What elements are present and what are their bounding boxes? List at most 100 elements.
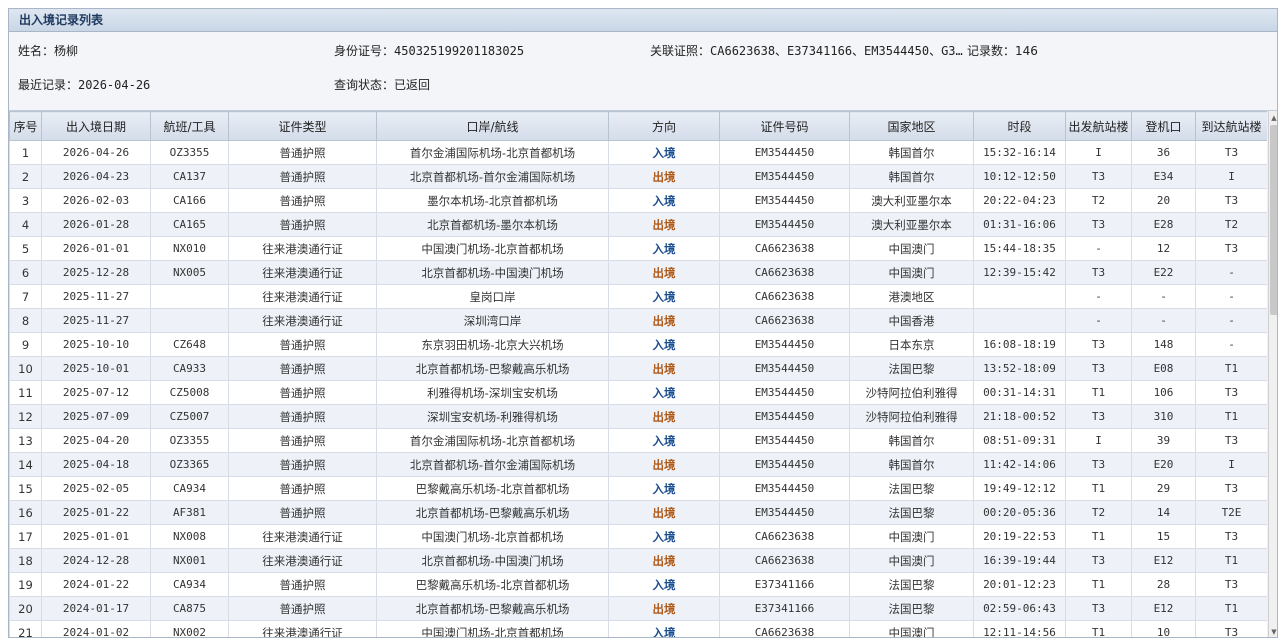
cell-dep-terminal: T3 xyxy=(1065,596,1132,621)
col-header-gate[interactable]: 登机口 xyxy=(1131,111,1196,141)
table-row[interactable]: 19 2024-01-22 CA934 普通护照 巴黎戴高乐机场-北京首都机场 入境 E37… xyxy=(9,572,1267,597)
cell-date: 2026-04-26 xyxy=(41,140,151,165)
cell-doc-type: 普通护照 xyxy=(228,452,377,477)
col-header-time[interactable]: 时段 xyxy=(973,111,1066,141)
cell-flight: CA137 xyxy=(150,164,229,189)
cell-gate: - xyxy=(1131,308,1196,333)
scroll-thumb[interactable] xyxy=(1270,125,1277,315)
table-row[interactable]: 20 2024-01-17 CA875 普通护照 北京首都机场-巴黎戴高乐机场 出境 E37… xyxy=(9,596,1267,621)
cell-country: 中国澳门 xyxy=(849,548,974,573)
cell-date: 2026-04-23 xyxy=(41,164,151,189)
table-row[interactable]: 7 2025-11-27 往来港澳通行证 皇岗口岸 入境 CA6623638 港澳地区 - - - xyxy=(9,284,1267,309)
table-row[interactable]: 12 2025-07-09 CZ5007 普通护照 深圳宝安机场-利雅得机场 出境 EM35… xyxy=(9,404,1267,429)
table-row[interactable]: 9 2025-10-10 CZ648 普通护照 东京羽田机场-北京大兴机场 入境 EM354… xyxy=(9,332,1267,357)
cell-dep-terminal: T3 xyxy=(1065,212,1132,237)
cell-flight: CZ5007 xyxy=(150,404,229,429)
cell-gate: E12 xyxy=(1131,548,1196,573)
table-row[interactable]: 6 2025-12-28 NX005 往来港澳通行证 北京首都机场-中国澳门机场 出境 CA… xyxy=(9,260,1267,285)
cell-country: 韩国首尔 xyxy=(849,140,974,165)
cell-arr-terminal: T1 xyxy=(1195,404,1267,429)
table-row[interactable]: 10 2025-10-01 CA933 普通护照 北京首都机场-巴黎戴高乐机场 出境 EM3… xyxy=(9,356,1267,381)
cell-country: 澳大利亚墨尔本 xyxy=(849,212,974,237)
table-row[interactable]: 21 2024-01-02 NX002 往来港澳通行证 中国澳门机场-北京首都机场 入境 C… xyxy=(9,620,1267,637)
col-header-doc-type[interactable]: 证件类型 xyxy=(228,111,377,141)
col-header-doc-number[interactable]: 证件号码 xyxy=(719,111,850,141)
cell-country: 沙特阿拉伯利雅得 xyxy=(849,380,974,405)
cell-arr-terminal: T3 xyxy=(1195,620,1267,637)
cell-doc-type: 普通护照 xyxy=(228,188,377,213)
related-value: CA6623638、E37341166、EM3544450、G3… xyxy=(710,44,963,58)
cell-arr-terminal: I xyxy=(1195,452,1267,477)
cell-route: 墨尔本机场-北京首都机场 xyxy=(376,188,609,213)
cell-index: 2 xyxy=(9,164,42,189)
table-header-row: 序号 出入境日期 航班/工具 证件类型 口岸/航线 方向 证件号码 国家地区 时… xyxy=(9,111,1267,141)
cell-date: 2025-04-20 xyxy=(41,428,151,453)
cell-time: 21:18-00:52 xyxy=(973,404,1066,429)
cell-flight: CZ5008 xyxy=(150,380,229,405)
cell-arr-terminal: T2 xyxy=(1195,212,1267,237)
vertical-scrollbar[interactable]: ▲ ▼ xyxy=(1268,111,1277,637)
col-header-arr-terminal[interactable]: 到达航站楼 xyxy=(1195,111,1267,141)
table-row[interactable]: 2 2026-04-23 CA137 普通护照 北京首都机场-首尔金浦国际机场 出境 EM3… xyxy=(9,164,1267,189)
col-header-dep-terminal[interactable]: 出发航站楼 xyxy=(1065,111,1132,141)
cell-arr-terminal: T3 xyxy=(1195,140,1267,165)
cell-doc-number: E37341166 xyxy=(719,596,850,621)
cell-flight: NX002 xyxy=(150,620,229,637)
cell-doc-type: 普通护照 xyxy=(228,140,377,165)
cell-gate: 148 xyxy=(1131,332,1196,357)
col-header-index[interactable]: 序号 xyxy=(9,111,42,141)
table-row[interactable]: 15 2025-02-05 CA934 普通护照 巴黎戴高乐机场-北京首都机场 入境 EM3… xyxy=(9,476,1267,501)
scroll-down-icon[interactable]: ▼ xyxy=(1269,627,1277,637)
cell-arr-terminal: T1 xyxy=(1195,596,1267,621)
cell-date: 2026-01-01 xyxy=(41,236,151,261)
table-row[interactable]: 8 2025-11-27 往来港澳通行证 深圳湾口岸 出境 CA6623638 中国香港 - -… xyxy=(9,308,1267,333)
table-row[interactable]: 3 2026-02-03 CA166 普通护照 墨尔本机场-北京首都机场 入境 EM3544… xyxy=(9,188,1267,213)
cell-index: 10 xyxy=(9,356,42,381)
table-row[interactable]: 5 2026-01-01 NX010 往来港澳通行证 中国澳门机场-北京首都机场 入境 CA… xyxy=(9,236,1267,261)
col-header-date[interactable]: 出入境日期 xyxy=(41,111,151,141)
cell-dep-terminal: T1 xyxy=(1065,380,1132,405)
cell-country: 中国澳门 xyxy=(849,524,974,549)
cell-country: 中国香港 xyxy=(849,308,974,333)
latest-value: 2026-04-26 xyxy=(78,78,151,92)
cell-arr-terminal: T2E xyxy=(1195,500,1267,525)
cell-route: 北京首都机场-中国澳门机场 xyxy=(376,548,609,573)
cell-time: 10:12-12:50 xyxy=(973,164,1066,189)
id-field: 身份证号：450325199201183025 xyxy=(334,42,524,59)
cell-doc-number: EM3544450 xyxy=(719,332,850,357)
cell-arr-terminal: - xyxy=(1195,308,1267,333)
table-row[interactable]: 13 2025-04-20 OZ3355 普通护照 首尔金浦国际机场-北京首都机场 入境 E… xyxy=(9,428,1267,453)
cell-direction: 入境 xyxy=(608,476,720,501)
col-header-direction[interactable]: 方向 xyxy=(608,111,720,141)
records-table: 序号 出入境日期 航班/工具 证件类型 口岸/航线 方向 证件号码 国家地区 时… xyxy=(9,111,1267,637)
cell-doc-number: EM3544450 xyxy=(719,188,850,213)
table-row[interactable]: 1 2026-04-26 OZ3355 普通护照 首尔金浦国际机场-北京首都机场 入境 EM… xyxy=(9,140,1267,165)
cell-doc-type: 普通护照 xyxy=(228,380,377,405)
cell-time: 16:39-19:44 xyxy=(973,548,1066,573)
table-row[interactable]: 14 2025-04-18 OZ3365 普通护照 北京首都机场-首尔金浦国际机场 出境 E… xyxy=(9,452,1267,477)
table-row[interactable]: 11 2025-07-12 CZ5008 普通护照 利雅得机场-深圳宝安机场 入境 EM35… xyxy=(9,380,1267,405)
col-header-flight[interactable]: 航班/工具 xyxy=(150,111,229,141)
table-row[interactable]: 16 2025-01-22 AF381 普通护照 北京首都机场-巴黎戴高乐机场 出境 EM3… xyxy=(9,500,1267,525)
cell-flight: NX010 xyxy=(150,236,229,261)
cell-index: 7 xyxy=(9,284,42,309)
col-header-country[interactable]: 国家地区 xyxy=(849,111,974,141)
col-header-route[interactable]: 口岸/航线 xyxy=(376,111,609,141)
cell-date: 2026-02-03 xyxy=(41,188,151,213)
cell-flight: OZ3355 xyxy=(150,140,229,165)
table-row[interactable]: 18 2024-12-28 NX001 往来港澳通行证 北京首都机场-中国澳门机场 出境 C… xyxy=(9,548,1267,573)
table-row[interactable]: 17 2025-01-01 NX008 往来港澳通行证 中国澳门机场-北京首都机场 入境 C… xyxy=(9,524,1267,549)
cell-route: 中国澳门机场-北京首都机场 xyxy=(376,236,609,261)
table-row[interactable]: 4 2026-01-28 CA165 普通护照 北京首都机场-墨尔本机场 出境 EM3544… xyxy=(9,212,1267,237)
cell-time: 13:52-18:09 xyxy=(973,356,1066,381)
id-value: 450325199201183025 xyxy=(394,44,525,58)
cell-date: 2025-01-01 xyxy=(41,524,151,549)
cell-route: 北京首都机场-首尔金浦国际机场 xyxy=(376,452,609,477)
cell-country: 沙特阿拉伯利雅得 xyxy=(849,404,974,429)
id-label: 身份证号： xyxy=(334,44,395,58)
status-label: 查询状态： xyxy=(334,78,395,92)
status-field: 查询状态：已返回 xyxy=(334,76,430,93)
cell-flight: OZ3365 xyxy=(150,452,229,477)
cell-direction: 入境 xyxy=(608,188,720,213)
scroll-up-icon[interactable]: ▲ xyxy=(1269,113,1277,123)
